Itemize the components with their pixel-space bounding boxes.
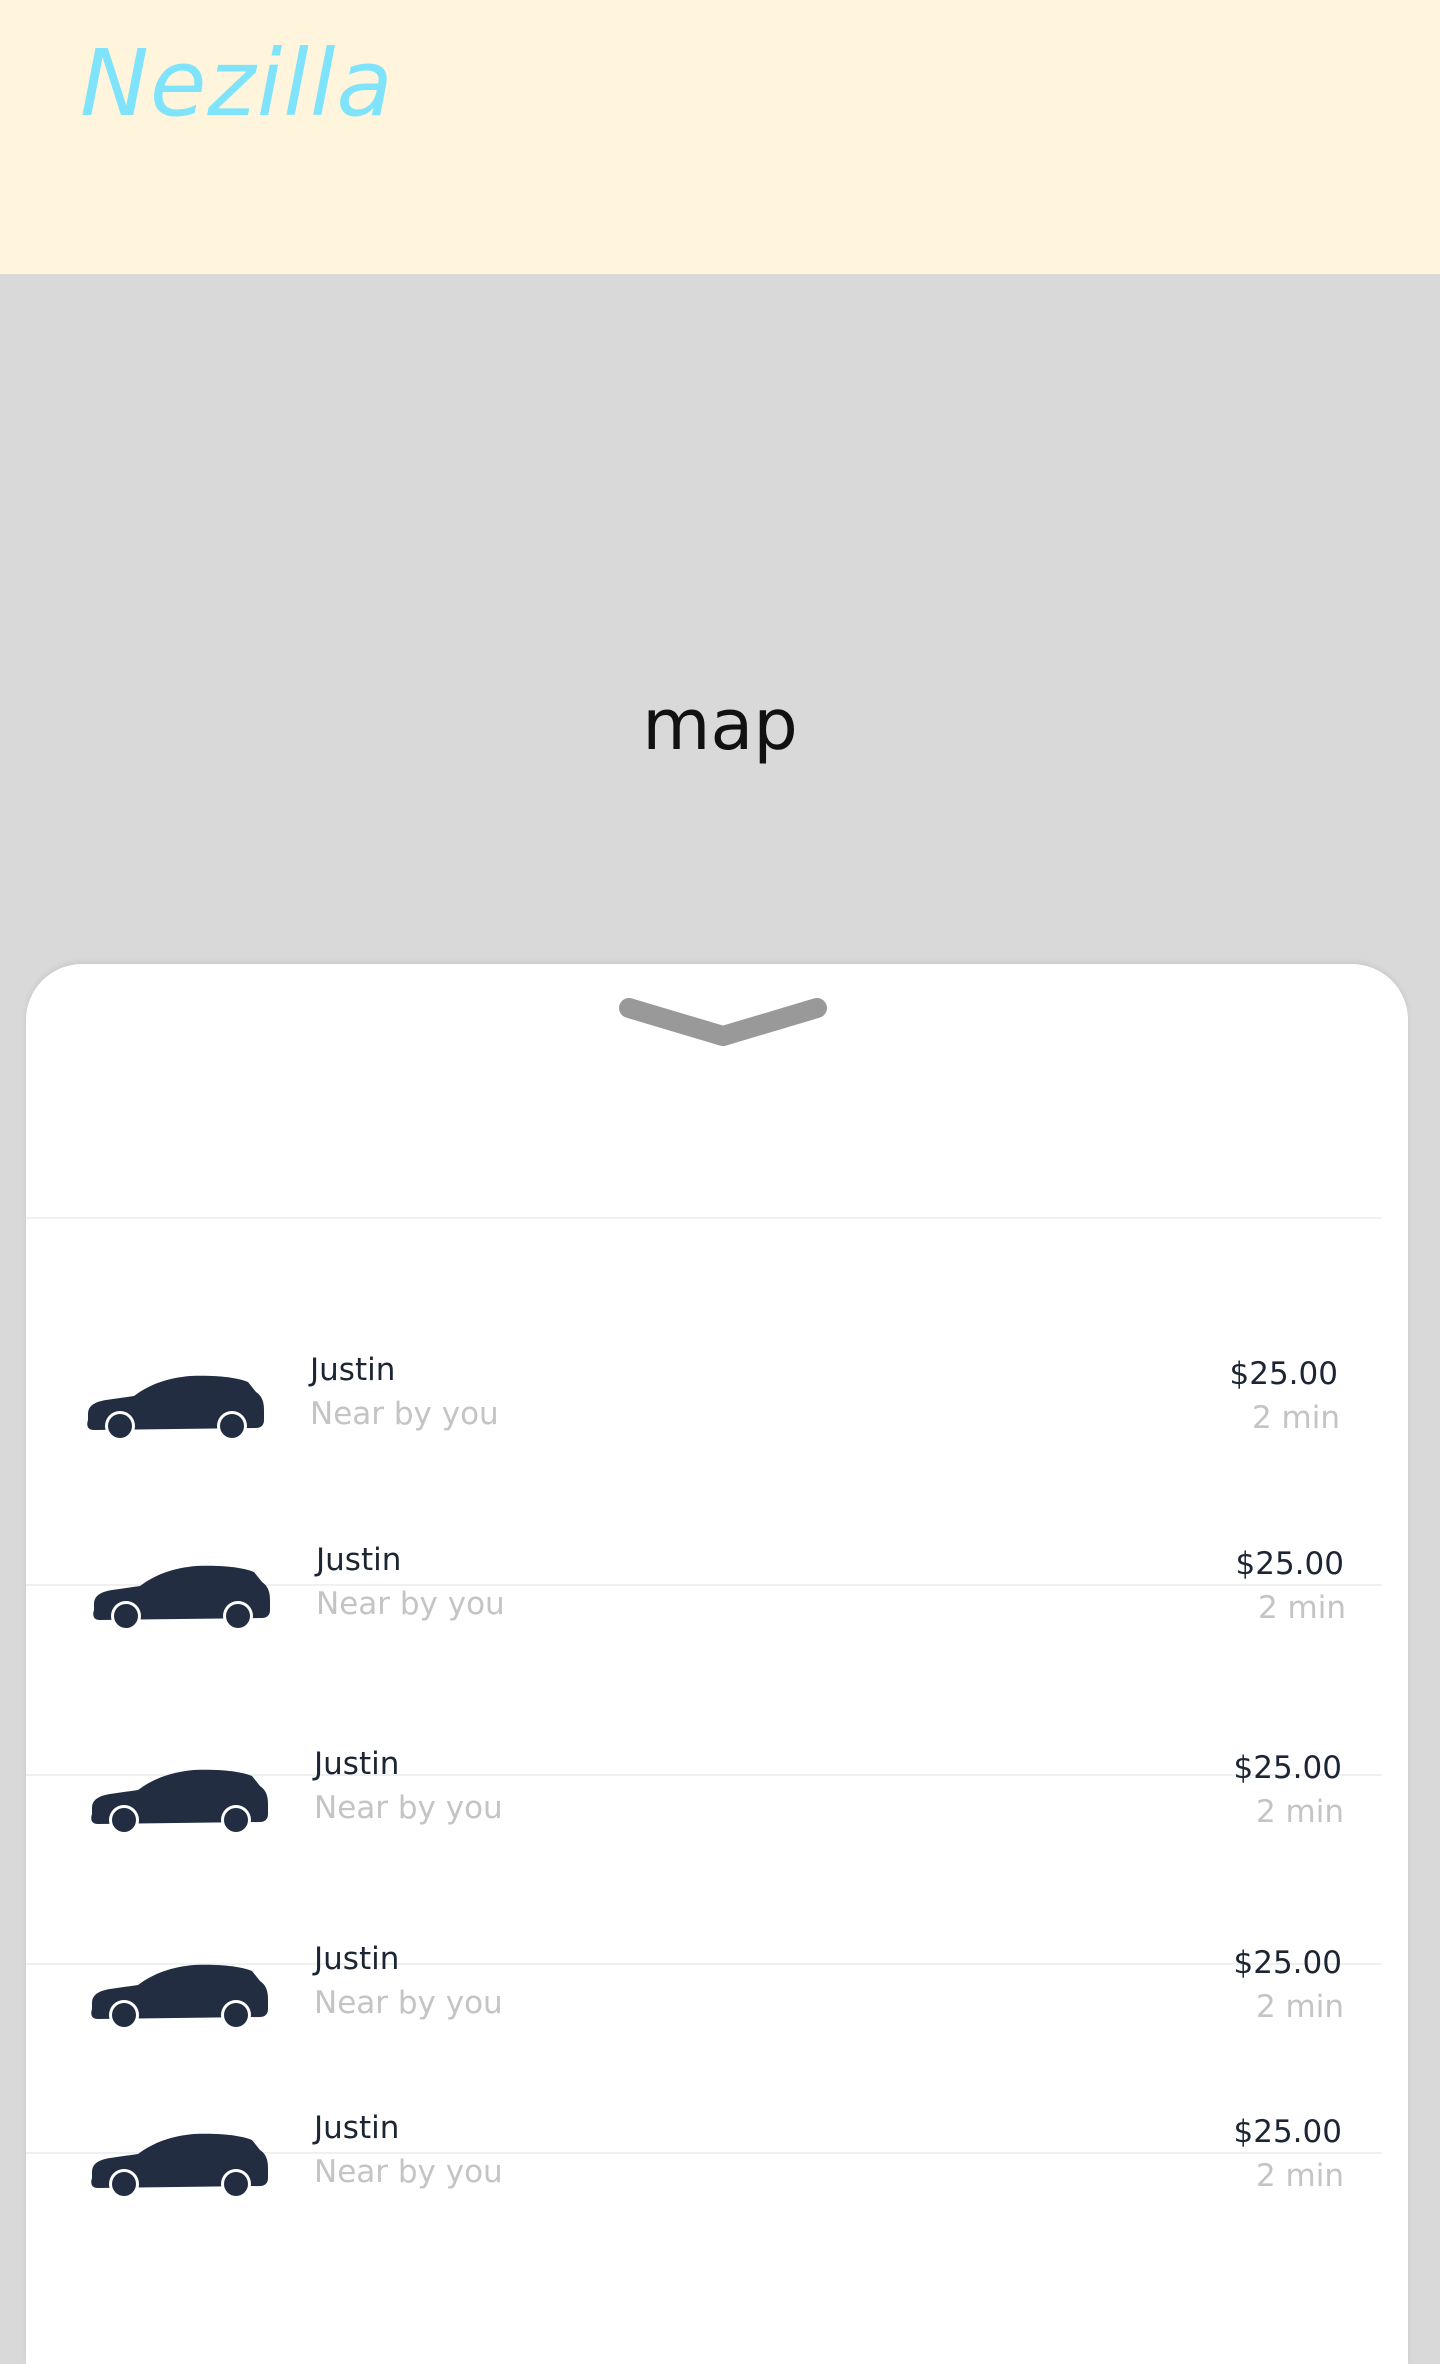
ride-option[interactable]: Justin Near by you $25.00 2 min <box>30 1941 1408 2061</box>
car-icon <box>93 1565 270 1631</box>
driver-distance: Near by you <box>314 2154 503 2190</box>
map-placeholder-label: map <box>642 684 798 766</box>
chevron-down-icon[interactable] <box>613 992 833 1052</box>
rides-bottom-sheet: Justin Near by you $25.00 2 min Justin N… <box>26 964 1408 2364</box>
driver-distance: Near by you <box>310 1396 499 1432</box>
driver-distance: Near by you <box>314 1985 503 2021</box>
car-icon <box>91 2133 268 2199</box>
car-icon <box>91 1964 268 2030</box>
ride-option[interactable]: Justin Near by you $25.00 2 min <box>30 2110 1408 2230</box>
driver-name: Justin <box>314 1941 400 1977</box>
ride-option[interactable]: Justin Near by you $25.00 2 min <box>32 1542 1408 1662</box>
ride-eta: 2 min <box>1257 1590 1346 1626</box>
ride-option[interactable]: Justin Near by you $25.00 2 min <box>30 1746 1408 1866</box>
ride-price: $25.00 <box>1229 1356 1338 1392</box>
driver-name: Justin <box>314 2110 400 2146</box>
ride-price: $25.00 <box>1233 2114 1342 2150</box>
ride-price: $25.00 <box>1235 1546 1344 1582</box>
driver-name: Justin <box>316 1542 402 1578</box>
car-icon <box>87 1375 264 1441</box>
ride-eta: 2 min <box>1251 1400 1340 1436</box>
ride-option[interactable]: Justin Near by you $25.00 2 min <box>26 1352 1408 1472</box>
driver-distance: Near by you <box>314 1790 503 1826</box>
ride-eta: 2 min <box>1255 1794 1344 1830</box>
driver-distance: Near by you <box>316 1586 505 1622</box>
car-icon <box>91 1769 268 1835</box>
brand-logo: Nezilla <box>80 30 394 137</box>
driver-name: Justin <box>314 1746 400 1782</box>
ride-eta: 2 min <box>1255 1989 1344 2025</box>
sheet-divider <box>26 1217 1382 1219</box>
ride-eta: 2 min <box>1255 2158 1344 2194</box>
ride-price: $25.00 <box>1233 1750 1342 1786</box>
app-header: Nezilla <box>0 0 1440 274</box>
driver-name: Justin <box>310 1352 396 1388</box>
ride-price: $25.00 <box>1233 1945 1342 1981</box>
